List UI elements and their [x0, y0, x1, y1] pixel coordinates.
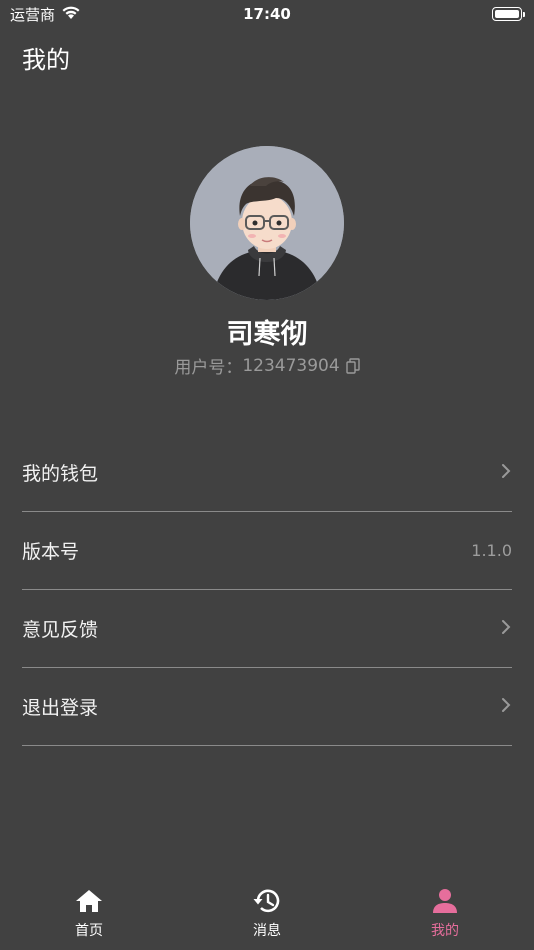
tab-mine[interactable]: 我的 — [356, 882, 534, 950]
menu-item-feedback[interactable]: 意见反馈 — [22, 590, 512, 668]
status-bar: 运营商 17:40 — [0, 0, 534, 28]
username: 司寒彻 — [226, 319, 308, 350]
copy-icon[interactable] — [345, 357, 360, 374]
carrier-label: 运营商 — [10, 5, 56, 24]
wifi-icon — [61, 5, 81, 24]
tab-label: 首页 — [75, 923, 103, 939]
menu-item-label: 版本号 — [22, 541, 80, 563]
menu-item-label: 我的钱包 — [22, 463, 99, 485]
tab-messages[interactable]: 消息 — [178, 882, 356, 950]
user-id-row: 用户号： 123473904 — [0, 353, 534, 378]
menu-item-version: 版本号 1.1.0 — [22, 512, 512, 590]
user-id-label: 用户号： — [174, 358, 243, 378]
page-title: 我的 — [22, 46, 70, 74]
tab-home[interactable]: 首页 — [0, 882, 178, 950]
version-value: 1.1.0 — [471, 541, 512, 560]
person-icon — [431, 888, 459, 918]
menu-item-label: 退出登录 — [22, 697, 99, 719]
history-icon — [252, 888, 282, 918]
menu-item-wallet[interactable]: 我的钱包 — [22, 434, 512, 512]
battery-icon — [492, 7, 525, 21]
tab-label: 消息 — [253, 923, 281, 939]
chevron-right-icon — [500, 696, 512, 718]
settings-menu: 我的钱包 版本号 1.1.0 意见反馈 退出登录 — [22, 434, 512, 746]
avatar[interactable] — [190, 146, 344, 300]
chevron-right-icon — [500, 618, 512, 640]
menu-item-logout[interactable]: 退出登录 — [22, 668, 512, 746]
tab-label: 我的 — [431, 923, 459, 939]
chevron-right-icon — [500, 462, 512, 484]
tab-bar: 首页 消息 我的 — [0, 882, 534, 950]
menu-item-label: 意见反馈 — [22, 619, 99, 641]
home-icon — [75, 888, 103, 918]
user-id-value: 123473904 — [242, 355, 340, 376]
